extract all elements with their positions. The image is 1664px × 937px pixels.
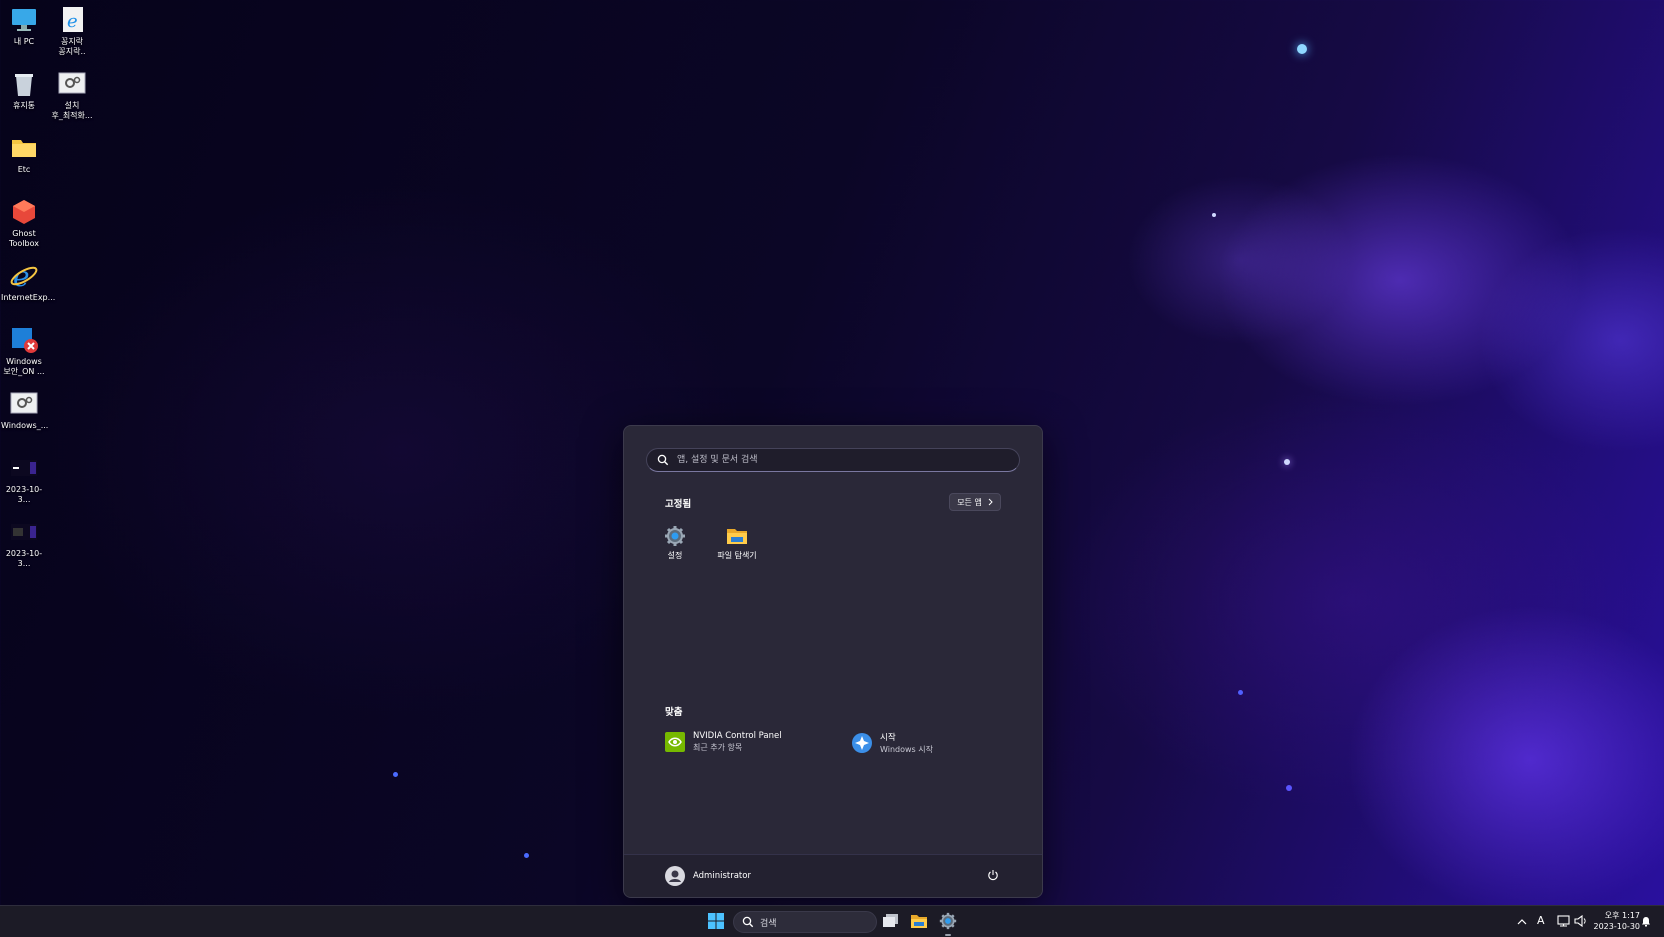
chevron-right-icon <box>988 498 993 506</box>
taskbar-file-explorer[interactable] <box>908 910 930 932</box>
ie-shortcut-icon: e <box>58 6 86 34</box>
desktop-icon-windows-security[interactable]: Windows 보안_ON ... <box>1 326 47 377</box>
desktop-icon-optimize-settings[interactable]: 설치 후_최적화... <box>49 70 95 121</box>
desktop-icon-ie-shortcut[interactable]: e 꽁지락 꽁지락.. <box>49 6 95 57</box>
internet-explorer-icon: e <box>10 260 38 293</box>
desktop-icon-label: 2023-10-3... <box>5 485 43 504</box>
desktop-icon-label: Windows_... <box>1 421 49 430</box>
desktop-icon-label: Etc <box>17 165 31 174</box>
settings-gear-icon <box>939 912 957 930</box>
wallpaper-star <box>524 853 529 858</box>
search-icon <box>742 916 754 928</box>
windows-logo-icon <box>708 913 724 929</box>
start-search-input[interactable] <box>675 454 999 466</box>
start-menu-footer: Administrator <box>624 854 1042 897</box>
settings-file-icon <box>58 70 86 98</box>
recycle-bin-icon <box>10 70 38 98</box>
desktop-icon-ghost-toolbox[interactable]: Ghost Toolbox <box>1 198 47 249</box>
taskbar-search[interactable]: 검색 <box>733 911 877 933</box>
settings-gear-icon <box>665 526 685 546</box>
nvidia-icon <box>665 732 685 752</box>
pinned-section-title: 고정됨 <box>665 499 692 510</box>
recommended-item-title: 시작 <box>880 733 896 743</box>
desktop-icon-windows-settings[interactable]: Windows_... <box>1 390 49 431</box>
windows-security-icon <box>10 326 38 354</box>
settings-file-icon <box>10 390 38 418</box>
desktop-icon-screenshot-2[interactable]: 2023-10-3... <box>1 518 47 569</box>
desktop-icon-label: 2023-10-3... <box>5 549 43 568</box>
monitor-icon <box>10 6 38 34</box>
recommended-item-get-started[interactable]: 시작 Windows 시작 <box>852 731 933 755</box>
desktop-icon-label: InternetExp... <box>1 293 56 302</box>
ime-indicator[interactable]: A <box>1537 914 1545 927</box>
recommended-item-title: NVIDIA Control Panel <box>693 731 782 741</box>
file-explorer-icon <box>727 529 747 544</box>
wallpaper-star <box>1284 459 1290 465</box>
search-icon <box>657 454 669 466</box>
get-started-icon <box>852 733 872 753</box>
desktop-icon-label: 휴지통 <box>12 101 36 110</box>
desktop-icon-label: Ghost Toolbox <box>9 229 39 248</box>
clock-time: 오후 1:17 <box>1604 911 1640 920</box>
svg-text:e: e <box>67 11 78 32</box>
pinned-app-file-explorer[interactable]: 파일 탐색기 <box>707 525 767 561</box>
pinned-app-label: 파일 탐색기 <box>717 551 757 560</box>
wallpaper-star <box>1286 785 1292 791</box>
chevron-up-icon[interactable] <box>1517 918 1527 925</box>
file-explorer-icon <box>911 915 927 928</box>
desktop-icon-this-pc[interactable]: 내 PC <box>1 6 47 47</box>
ghost-toolbox-icon <box>10 198 38 226</box>
pinned-app-settings[interactable]: 설정 <box>645 525 705 561</box>
user-account-button[interactable]: Administrator <box>665 866 751 886</box>
wallpaper-star <box>1238 690 1243 695</box>
wallpaper-star <box>1212 213 1216 217</box>
all-apps-button[interactable]: 모든 앱 <box>949 493 1001 511</box>
start-menu: 고정됨 모든 앱 설정 파일 탐색기 맞춤 NVIDIA Control Pan… <box>623 425 1043 898</box>
avatar <box>665 866 685 886</box>
task-view-icon <box>883 914 898 927</box>
screenshot-icon <box>10 454 38 482</box>
wallpaper-star <box>393 772 398 777</box>
power-icon[interactable] <box>987 869 999 881</box>
folder-icon <box>10 134 38 162</box>
recommended-item-subtitle: Windows 시작 <box>880 745 933 754</box>
taskbar-search-label: 검색 <box>760 918 777 929</box>
network-icon[interactable] <box>1557 915 1570 927</box>
user-name: Administrator <box>693 871 751 881</box>
desktop-icon-screenshot-1[interactable]: 2023-10-3... <box>1 454 47 505</box>
volume-icon[interactable] <box>1574 915 1587 927</box>
desktop-icon-label: Windows 보안_ON ... <box>3 357 45 376</box>
recommended-item-subtitle: 최근 추가 항목 <box>693 743 743 752</box>
recommended-item-nvidia[interactable]: NVIDIA Control Panel 최근 추가 항목 <box>665 731 782 753</box>
desktop-icon-internet-explorer[interactable]: e InternetExp... <box>1 260 56 303</box>
taskbar: 검색 A 오후 1:17 2023-10-30 <box>0 905 1664 937</box>
start-search-box[interactable] <box>646 448 1020 472</box>
desktop-icon-label: 꽁지락 꽁지락.. <box>58 37 86 56</box>
all-apps-label: 모든 앱 <box>957 497 982 507</box>
screenshot-icon <box>10 518 38 546</box>
desktop-icon-label: 내 PC <box>13 37 35 46</box>
notification-bell-icon[interactable] <box>1641 916 1651 927</box>
desktop-icon-etc-folder[interactable]: Etc <box>1 134 47 175</box>
taskbar-settings[interactable] <box>937 910 959 932</box>
desktop-icon-label: 설치 후_최적화... <box>51 101 93 120</box>
task-view-button[interactable] <box>880 910 902 932</box>
taskbar-clock[interactable]: 오후 1:17 2023-10-30 <box>1594 910 1641 932</box>
clock-date: 2023-10-30 <box>1593 922 1641 931</box>
start-button[interactable] <box>705 910 727 932</box>
desktop-icon-recycle-bin[interactable]: 휴지통 <box>1 70 47 111</box>
wallpaper-star <box>1297 44 1307 54</box>
recommended-section-title: 맞춤 <box>665 707 683 718</box>
pinned-app-label: 설정 <box>667 551 683 560</box>
